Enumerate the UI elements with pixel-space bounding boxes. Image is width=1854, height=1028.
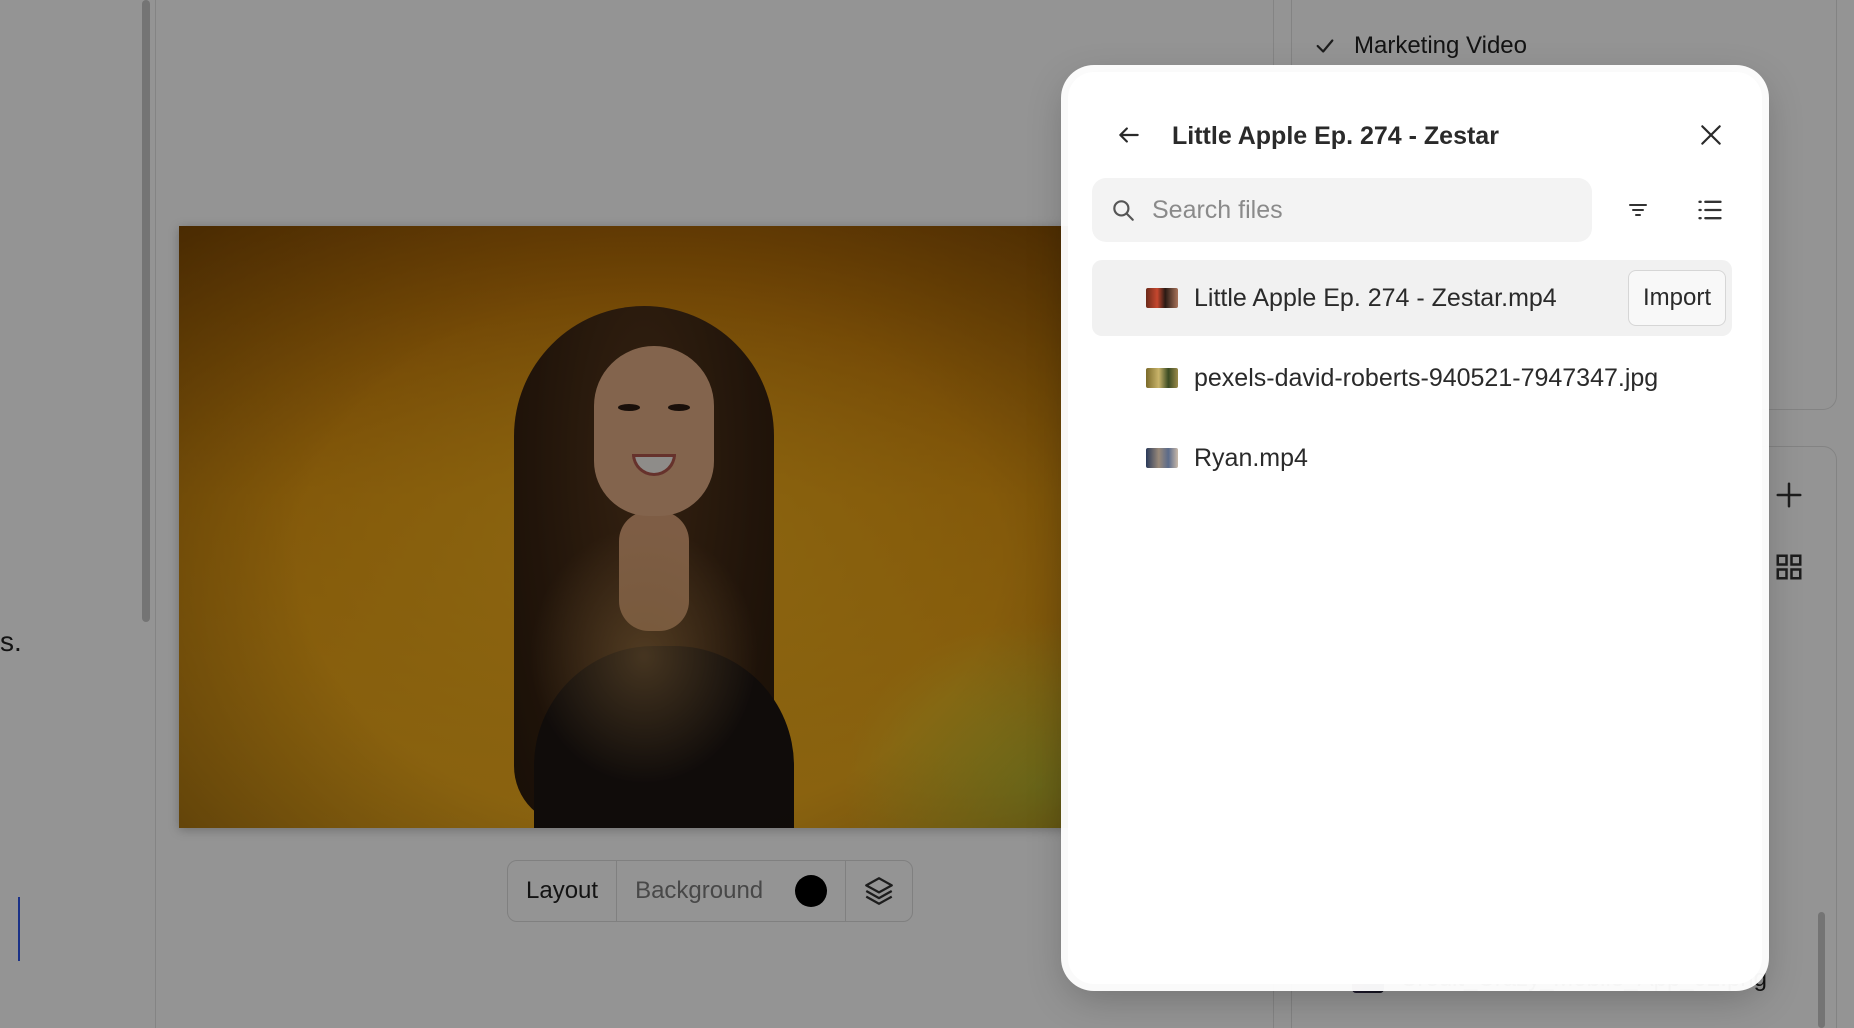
list-view-icon bbox=[1698, 200, 1722, 220]
close-icon bbox=[1701, 125, 1721, 145]
file-thumbnail bbox=[1146, 368, 1178, 388]
filter-button[interactable] bbox=[1616, 188, 1660, 232]
search-input[interactable] bbox=[1152, 195, 1572, 225]
file-name: pexels-david-roberts-940521-7947347.jpg bbox=[1194, 363, 1659, 392]
file-list: Little Apple Ep. 274 - Zestar.mp4 Import… bbox=[1092, 260, 1732, 500]
import-button[interactable]: Import bbox=[1627, 270, 1726, 326]
dialog-title: Little Apple Ep. 274 - Zestar bbox=[1172, 122, 1499, 150]
file-name: Little Apple Ep. 274 - Zestar.mp4 bbox=[1194, 283, 1557, 312]
file-thumbnail bbox=[1146, 288, 1178, 308]
file-browser-dialog: Little Apple Ep. 274 - Zestar Little App… bbox=[1068, 72, 1762, 984]
close-button[interactable] bbox=[1688, 112, 1734, 158]
search-icon bbox=[1113, 200, 1134, 221]
list-view-button[interactable] bbox=[1688, 188, 1732, 232]
file-row[interactable]: Ryan.mp4 bbox=[1092, 420, 1732, 496]
file-name: Ryan.mp4 bbox=[1194, 443, 1308, 472]
file-row[interactable]: Little Apple Ep. 274 - Zestar.mp4 Import bbox=[1092, 260, 1732, 336]
back-button[interactable] bbox=[1106, 112, 1152, 158]
arrow-left-icon bbox=[1119, 127, 1139, 143]
filter-icon bbox=[1629, 204, 1647, 216]
file-thumbnail bbox=[1146, 448, 1178, 468]
file-row[interactable]: pexels-david-roberts-940521-7947347.jpg bbox=[1092, 340, 1732, 416]
search-box[interactable] bbox=[1092, 178, 1592, 242]
